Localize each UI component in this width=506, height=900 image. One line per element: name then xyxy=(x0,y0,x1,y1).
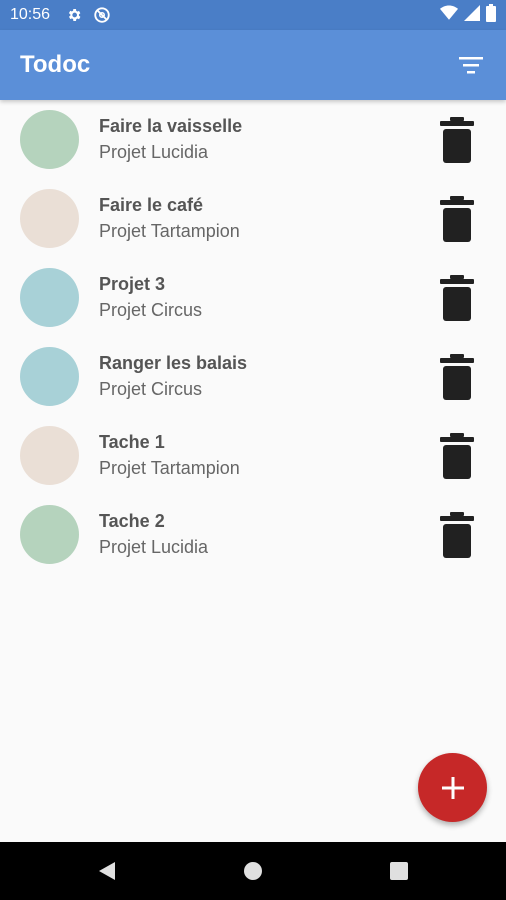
task-text: Ranger les balais Projet Circus xyxy=(99,351,247,403)
task-project: Projet Lucidia xyxy=(99,536,209,557)
trash-icon xyxy=(440,432,474,479)
task-project: Projet Circus xyxy=(99,378,203,399)
delete-task-button[interactable] xyxy=(436,511,478,559)
delete-task-button[interactable] xyxy=(436,274,478,322)
status-time: 10:56 xyxy=(10,6,51,23)
battery-icon xyxy=(486,3,496,27)
trash-icon xyxy=(440,116,474,163)
task-row[interactable]: Faire le café Projet Tartampion xyxy=(0,179,506,258)
navigation-bar xyxy=(0,842,506,900)
back-icon[interactable] xyxy=(34,842,180,900)
delete-task-button[interactable] xyxy=(436,353,478,401)
task-text: Tache 2 Projet Lucidia xyxy=(99,509,208,561)
trash-icon xyxy=(440,274,474,321)
add-task-button[interactable] xyxy=(418,753,487,822)
task-list: Faire la vaisselle Projet Lucidia Faire le… xyxy=(0,100,506,574)
project-color-avatar xyxy=(20,426,79,485)
task-project: Projet Tartampion xyxy=(99,457,240,478)
project-color-avatar xyxy=(20,110,79,169)
filter-icon[interactable] xyxy=(456,50,486,80)
delete-task-button[interactable] xyxy=(436,195,478,243)
home-icon[interactable] xyxy=(180,842,326,900)
project-color-avatar xyxy=(20,505,79,564)
app-title: Todoc xyxy=(20,51,91,78)
recents-icon[interactable] xyxy=(326,842,472,900)
task-name: Tache 2 xyxy=(99,510,165,531)
project-color-avatar xyxy=(20,268,79,327)
task-text: Faire le café Projet Tartampion xyxy=(99,193,240,245)
task-project: Projet Circus xyxy=(99,299,203,320)
app-bar: Todoc xyxy=(0,30,506,100)
wifi-icon xyxy=(440,5,458,26)
task-name: Projet 3 xyxy=(99,273,166,294)
task-row[interactable]: Tache 2 Projet Lucidia xyxy=(0,495,506,574)
task-text: Faire la vaisselle Projet Lucidia xyxy=(99,114,242,166)
task-project: Projet Tartampion xyxy=(99,220,240,241)
task-name: Faire le café xyxy=(99,194,204,215)
trash-icon xyxy=(440,353,474,400)
task-row[interactable]: Tache 1 Projet Tartampion xyxy=(0,416,506,495)
task-project: Projet Lucidia xyxy=(99,141,209,162)
task-text: Projet 3 Projet Circus xyxy=(99,272,202,324)
task-row[interactable]: Ranger les balais Projet Circus xyxy=(0,337,506,416)
status-right xyxy=(440,3,496,27)
delete-task-button[interactable] xyxy=(436,432,478,480)
task-name: Faire la vaisselle xyxy=(99,115,243,136)
task-name: Tache 1 xyxy=(99,431,165,452)
task-row[interactable]: Faire la vaisselle Projet Lucidia xyxy=(0,100,506,179)
trash-icon xyxy=(440,511,474,558)
trash-icon xyxy=(440,195,474,242)
task-name: Ranger les balais xyxy=(99,352,248,373)
gear-icon xyxy=(64,5,84,25)
delete-task-button[interactable] xyxy=(436,116,478,164)
project-color-avatar xyxy=(20,189,79,248)
task-row[interactable]: Projet 3 Projet Circus xyxy=(0,258,506,337)
status-bar: 10:56 xyxy=(0,0,506,30)
plus-icon xyxy=(441,776,464,799)
no-disturb-icon xyxy=(92,5,112,25)
task-text: Tache 1 Projet Tartampion xyxy=(99,430,240,482)
project-color-avatar xyxy=(20,347,79,406)
signal-icon xyxy=(464,4,480,26)
